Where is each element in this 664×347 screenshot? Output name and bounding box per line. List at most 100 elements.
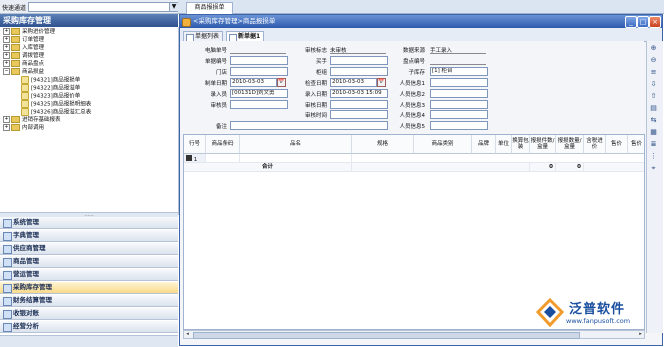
menu-tree: + 采购进价管理 + 订单管理 + 入库管理 + 调拨管理 + 商品盘点 − 商品损益 [9… — [0, 27, 179, 215]
analysis-icon — [3, 323, 12, 332]
table-cell[interactable] — [240, 154, 352, 163]
tree-node-label: [94322]商品报溢单 — [31, 85, 81, 92]
calendar-icon[interactable]: 📅 — [377, 78, 386, 87]
entry-date-input[interactable]: 2010-03-03 15:09 — [330, 89, 388, 98]
tree-leaf[interactable]: [94323]商品报价单 — [21, 92, 80, 100]
column-header[interactable]: 售价 — [628, 135, 644, 154]
expand-icon[interactable]: + — [3, 60, 10, 67]
nav-system[interactable]: 系统管理 — [0, 217, 178, 229]
minimize-icon[interactable]: _ — [625, 16, 637, 28]
staff4-input[interactable] — [430, 110, 488, 119]
move-up-icon[interactable]: ⇧ — [649, 92, 658, 101]
bill-no-input[interactable] — [230, 56, 288, 65]
buyer-input[interactable] — [330, 56, 388, 65]
row-indicator[interactable]: 1 — [184, 154, 206, 163]
collapse-icon[interactable]: − — [3, 68, 10, 75]
remark-input[interactable] — [230, 121, 388, 130]
group-input[interactable] — [330, 67, 388, 76]
bill-no-label: 单据编号 — [204, 59, 227, 65]
table-cell[interactable] — [206, 154, 240, 163]
expand-icon[interactable]: + — [3, 124, 10, 131]
add-row-icon[interactable]: ⊕ — [649, 44, 658, 53]
audit-date-input[interactable] — [330, 100, 388, 109]
column-header[interactable]: 行号 — [184, 135, 206, 154]
audit-time-input[interactable] — [330, 110, 388, 119]
expand-icon[interactable]: + — [3, 36, 10, 43]
tab-damage-report[interactable]: 商品报损单 — [186, 2, 233, 14]
tree-node[interactable]: + 进销存基础报表 — [3, 116, 61, 123]
make-date-input[interactable]: 2010-03-03 — [230, 78, 277, 87]
operations-icon — [3, 271, 12, 280]
tree-leaf[interactable]: [94325]商品报损明细表 — [21, 100, 91, 108]
close-icon[interactable]: × — [649, 16, 661, 28]
staff5-input[interactable] — [430, 121, 488, 130]
tree-node[interactable]: + 入库管理 — [3, 44, 44, 51]
expand-icon[interactable]: + — [3, 116, 10, 123]
quick-access-input[interactable] — [28, 2, 170, 12]
inventory-icon — [3, 284, 12, 293]
tree-node[interactable]: + 内部调用 — [3, 124, 44, 131]
expand-icon[interactable]: + — [3, 28, 10, 35]
auditor-input[interactable] — [230, 100, 288, 109]
scroll-left-icon[interactable]: ◂ — [184, 331, 191, 338]
table-cell[interactable] — [352, 154, 644, 163]
swap-icon[interactable]: ⇆ — [649, 116, 658, 125]
grid-icon[interactable]: ▦ — [649, 128, 658, 137]
nav-supplier[interactable]: 供应商管理 — [0, 243, 178, 255]
tree-leaf[interactable]: [94326]商品报溢汇总表 — [21, 108, 91, 116]
nav-dictionary[interactable]: 字典管理 — [0, 230, 178, 242]
store-label: 门店 — [215, 70, 227, 76]
table-icon[interactable]: ▤ — [649, 104, 658, 113]
tree-node-label: 订单管理 — [22, 37, 45, 43]
staff1-input[interactable] — [430, 78, 488, 87]
more-icon[interactable]: ⋮ — [649, 152, 658, 161]
nav-operations[interactable]: 营运管理 — [0, 269, 178, 281]
store-input[interactable] — [230, 67, 288, 76]
check-no-field — [430, 64, 486, 65]
tree-node[interactable]: + 订单管理 — [3, 36, 44, 43]
expand-icon[interactable]: + — [3, 44, 10, 51]
tree-node[interactable]: + 采购进价管理 — [3, 28, 55, 35]
nav-purchase-inventory[interactable]: 采购库存管理 — [0, 282, 178, 294]
check-date-input[interactable]: 2010-03-03 — [330, 78, 377, 87]
sub-warehouse-input[interactable]: [1] 柜台 — [430, 67, 488, 76]
scroll-right-icon[interactable]: ▸ — [637, 331, 644, 338]
calendar-icon[interactable]: 📅 — [277, 78, 286, 87]
tree-node[interactable]: − 商品损益 — [3, 68, 44, 75]
column-header[interactable]: 商品条码 — [206, 135, 240, 154]
tree-leaf[interactable]: [94322]商品报溢单 — [21, 84, 81, 92]
column-header[interactable]: 单位 — [496, 135, 512, 154]
columns-icon[interactable]: ≣ — [649, 140, 658, 149]
nav-finance[interactable]: 财务结算管理 — [0, 295, 178, 307]
module-nav: 系统管理 字典管理 供应商管理 商品管理 营运管理 采购库存管理 财务结算管理 … — [0, 217, 178, 335]
column-header[interactable]: 换算包装 — [512, 135, 530, 154]
maximize-icon[interactable]: □ — [637, 16, 649, 28]
column-header[interactable]: 报损数量/盒量 — [556, 135, 584, 154]
list-icon[interactable]: ≡ — [649, 68, 658, 77]
entry-person-input[interactable]: [00131D]刘文勇 — [230, 89, 288, 98]
column-header[interactable]: 商品类别 — [414, 135, 472, 154]
column-header[interactable]: 规格 — [352, 135, 414, 154]
expand-icon[interactable]: + — [3, 52, 10, 59]
staff3-input[interactable] — [430, 100, 488, 109]
tree-leaf[interactable]: [94321]商品报损单 — [21, 76, 80, 84]
column-header[interactable]: 品名 — [240, 135, 352, 154]
tree-node-label: 采购进价管理 — [22, 29, 56, 35]
column-header[interactable]: 报损件数/盒量 — [530, 135, 556, 154]
column-header[interactable]: 含税进价 — [584, 135, 606, 154]
supplier-icon — [3, 245, 12, 254]
column-header[interactable]: 品牌 — [472, 135, 496, 154]
tree-node[interactable]: + 商品盘点 — [3, 60, 44, 67]
staff2-input[interactable] — [430, 89, 488, 98]
scrollbar-thumb[interactable] — [193, 332, 580, 339]
staff2-label: 人员信息2 — [399, 92, 426, 98]
nav-cashier[interactable]: 收银对账 — [0, 308, 178, 320]
finance-icon — [3, 297, 12, 306]
locate-icon[interactable]: ⌖ — [649, 164, 658, 173]
nav-analysis[interactable]: 经营分析 — [0, 321, 178, 333]
nav-goods[interactable]: 商品管理 — [0, 256, 178, 268]
tree-node[interactable]: + 调拨管理 — [3, 52, 44, 59]
move-down-icon[interactable]: ⇩ — [649, 80, 658, 89]
column-header[interactable]: 售价 — [606, 135, 628, 154]
delete-row-icon[interactable]: ⊖ — [649, 56, 658, 65]
